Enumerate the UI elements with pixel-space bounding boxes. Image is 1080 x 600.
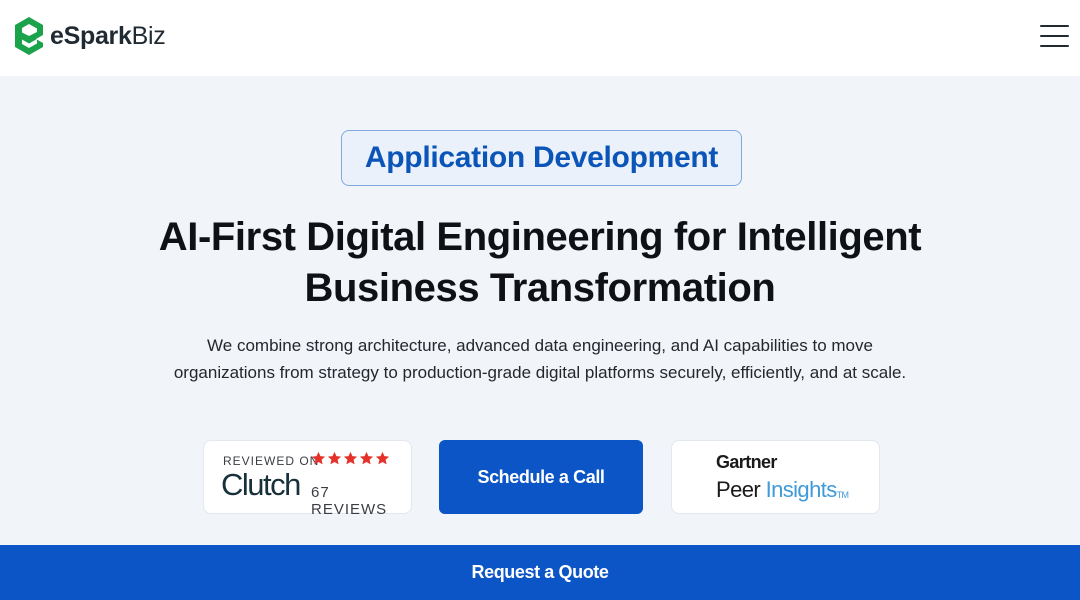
star-rating — [311, 451, 390, 466]
star-icon — [327, 451, 342, 465]
hamburger-icon[interactable] — [1040, 24, 1069, 48]
site-header: eSparkBiz — [0, 0, 1080, 76]
star-icon — [375, 451, 390, 465]
request-quote-label: Request a Quote — [471, 562, 609, 582]
peer-insights-logo: Peer InsightsTM — [716, 477, 849, 502]
espark-logo-icon — [15, 17, 43, 55]
request-quote-bar[interactable]: Request a Quote — [0, 545, 1080, 600]
clutch-reviewed-on: REVIEWED ON — [223, 454, 320, 468]
star-icon — [359, 451, 374, 465]
brand-name: eSparkBiz — [50, 21, 166, 50]
brand-logo[interactable]: eSparkBiz — [13, 16, 166, 56]
star-icon — [311, 451, 326, 465]
hero-description: We combine strong architecture, advanced… — [173, 336, 907, 382]
clutch-logo: Clutch — [221, 467, 301, 502]
gartner-logo: Gartner — [716, 452, 777, 472]
category-badge: Application Development — [341, 130, 742, 186]
schedule-call-button[interactable]: Schedule a Call — [439, 440, 643, 514]
clutch-review-count: 67 REVIEWS — [311, 484, 388, 518]
clutch-review-badge[interactable]: REVIEWED ON Clutch 67 REVIEWS — [203, 440, 412, 518]
gartner-peer-insights-badge[interactable]: Gartner Peer InsightsTM — [671, 440, 880, 514]
page-title: AI-First Digital Engineering for Intelli… — [158, 215, 922, 310]
star-icon — [343, 451, 358, 465]
